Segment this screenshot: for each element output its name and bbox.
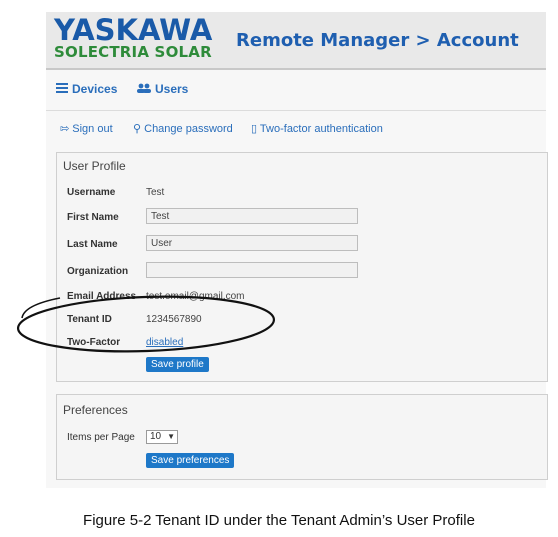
- highlight-ellipse: [16, 295, 276, 353]
- figure-caption: Figure 5-2 Tenant ID under the Tenant Ad…: [83, 512, 475, 529]
